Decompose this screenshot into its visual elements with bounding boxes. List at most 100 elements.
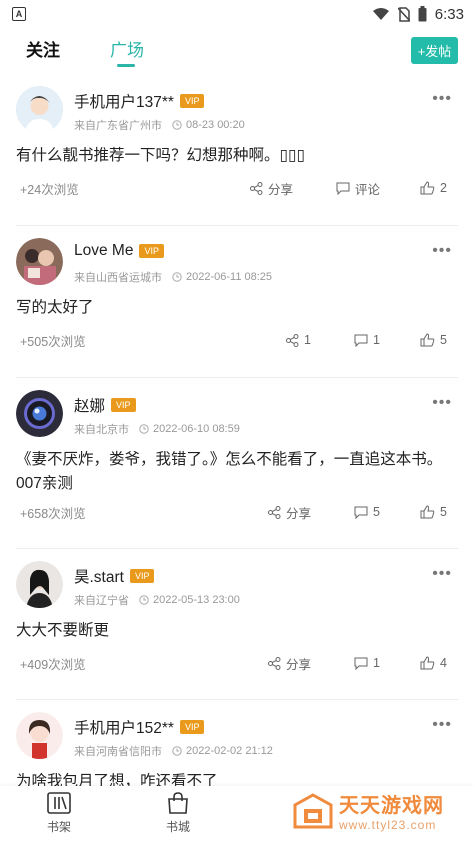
nav-bookshelf[interactable]: 书架 <box>29 792 89 835</box>
no-sim-icon <box>397 6 410 22</box>
nav-bookshelf-label: 书架 <box>46 820 71 834</box>
more-options-icon[interactable]: ••• <box>432 243 452 259</box>
active-tab-indicator <box>117 64 135 67</box>
share-count: 1 <box>304 333 311 347</box>
share-icon <box>268 656 281 670</box>
view-count: +24次浏览 <box>20 182 79 197</box>
app-notification-icon: A <box>12 7 26 21</box>
post-time: 2022-06-10 08:59 <box>153 423 240 435</box>
thumbs-up-icon <box>420 333 435 347</box>
top-tabs: 关注 广场 +发帖 <box>0 30 474 72</box>
post-time: 08-23 00:20 <box>186 119 245 131</box>
battery-icon <box>418 6 427 22</box>
vip-badge: VIP <box>179 94 205 108</box>
tab-follow[interactable]: 关注 <box>26 36 60 61</box>
wifi-icon <box>372 8 389 20</box>
comment-count: 1 <box>373 656 380 670</box>
share-icon <box>286 333 299 347</box>
comment-icon <box>336 182 350 195</box>
share-icon <box>268 505 281 519</box>
comment-button[interactable]: 评论 <box>336 179 380 198</box>
post-location: 来自河南省信阳市 <box>74 746 162 758</box>
clock-icon <box>172 120 182 130</box>
watermark-title: 天天游戏网 <box>339 795 444 817</box>
share-label: 分享 <box>286 657 312 672</box>
watermark-logo <box>293 792 333 828</box>
status-time: 6:33 <box>434 5 464 23</box>
like-count: 5 <box>440 505 447 519</box>
like-count: 5 <box>440 333 447 347</box>
share-label: 分享 <box>268 182 294 197</box>
comment-count: 1 <box>373 333 380 347</box>
view-count: +409次浏览 <box>20 657 86 672</box>
thumbs-up-icon <box>420 656 435 670</box>
vip-badge: VIP <box>179 720 205 734</box>
post-time: 2022-02-02 21:12 <box>186 745 273 757</box>
like-button[interactable]: 4 <box>420 656 447 670</box>
vip-badge: VIP <box>111 398 136 412</box>
post-content[interactable]: 大大不要断更 <box>16 619 458 643</box>
comment-label: 评论 <box>355 182 381 197</box>
post-content[interactable]: 写的太好了 <box>16 296 458 320</box>
post-time: 2022-06-11 08:25 <box>186 271 273 283</box>
vip-badge: VIP <box>129 569 155 583</box>
like-button[interactable]: 5 <box>420 333 447 347</box>
post-content[interactable]: 《妻不厌炸，娄爷，我错了。》怎么不能看了，一直追这本书。007亲测 <box>16 448 458 496</box>
tab-square[interactable]: 广场 <box>110 36 144 61</box>
create-post-button[interactable]: +发帖 <box>411 37 458 64</box>
post-location: 来自广东省广州市 <box>74 120 162 132</box>
share-button[interactable]: 1 <box>286 333 311 347</box>
like-button[interactable]: 5 <box>420 505 447 519</box>
share-button[interactable]: 分享 <box>268 503 311 522</box>
comment-icon <box>354 334 368 347</box>
more-options-icon[interactable]: ••• <box>432 395 452 411</box>
like-count: 4 <box>440 656 447 670</box>
more-options-icon[interactable]: ••• <box>432 717 452 733</box>
comment-button[interactable]: 1 <box>354 333 380 347</box>
comment-icon <box>354 506 368 519</box>
clock-icon <box>172 272 182 282</box>
username[interactable]: 赵娜 <box>74 394 105 416</box>
thumbs-up-icon <box>420 505 435 519</box>
bottom-nav: 书架 书城 天天游戏网 www.ttyl23.com <box>0 786 474 842</box>
username[interactable]: Love Me <box>74 242 133 260</box>
comment-button[interactable]: 5 <box>354 505 380 519</box>
post-item[interactable]: 赵娜 VIP 来自北京市 2022-06-10 08:59 ••• 《妻不厌炸，… <box>16 378 458 549</box>
avatar[interactable] <box>16 390 63 437</box>
bookshelf-icon <box>47 792 71 814</box>
nav-bookstore[interactable]: 书城 <box>148 792 208 835</box>
username[interactable]: 手机用户137** <box>74 90 174 112</box>
share-label: 分享 <box>286 506 312 521</box>
watermark-url: www.ttyl23.com <box>339 818 437 832</box>
status-bar: A 6:33 <box>0 0 474 28</box>
share-icon <box>250 181 263 195</box>
view-count: +658次浏览 <box>20 506 86 521</box>
comment-button[interactable]: 1 <box>354 656 380 670</box>
avatar[interactable] <box>16 561 63 608</box>
username[interactable]: 昊.start <box>74 565 124 587</box>
view-count: +505次浏览 <box>20 334 86 349</box>
post-location: 来自山西省运城市 <box>74 272 162 284</box>
post-location: 来自北京市 <box>74 424 129 436</box>
post-time: 2022-05-13 23:00 <box>153 594 240 606</box>
post-feed[interactable]: 手机用户137** VIP 来自广东省广州市 08-23 00:20 ••• 有… <box>0 74 474 820</box>
username[interactable]: 手机用户152** <box>74 716 174 738</box>
shopping-bag-icon <box>168 792 188 814</box>
post-item[interactable]: Love Me VIP 来自山西省运城市 2022-06-11 08:25 ••… <box>16 226 458 378</box>
share-button[interactable]: 分享 <box>268 654 311 673</box>
avatar[interactable] <box>16 86 63 133</box>
post-content[interactable]: 有什么靓书推荐一下吗？幻想那种啊。▯▯▯ <box>16 144 458 168</box>
comment-count: 5 <box>373 505 380 519</box>
share-button[interactable]: 分享 <box>250 179 293 198</box>
more-options-icon[interactable]: ••• <box>432 91 452 107</box>
post-item[interactable]: 昊.start VIP 来自辽宁省 2022-05-13 23:00 ••• 大… <box>16 549 458 700</box>
like-count: 2 <box>440 181 447 195</box>
vip-badge: VIP <box>139 244 164 258</box>
watermark: 天天游戏网 www.ttyl23.com <box>293 789 444 832</box>
avatar[interactable] <box>16 238 63 285</box>
clock-icon <box>139 424 149 434</box>
more-options-icon[interactable]: ••• <box>432 566 452 582</box>
avatar[interactable] <box>16 712 63 759</box>
post-item[interactable]: 手机用户137** VIP 来自广东省广州市 08-23 00:20 ••• 有… <box>16 74 458 226</box>
like-button[interactable]: 2 <box>420 181 447 195</box>
